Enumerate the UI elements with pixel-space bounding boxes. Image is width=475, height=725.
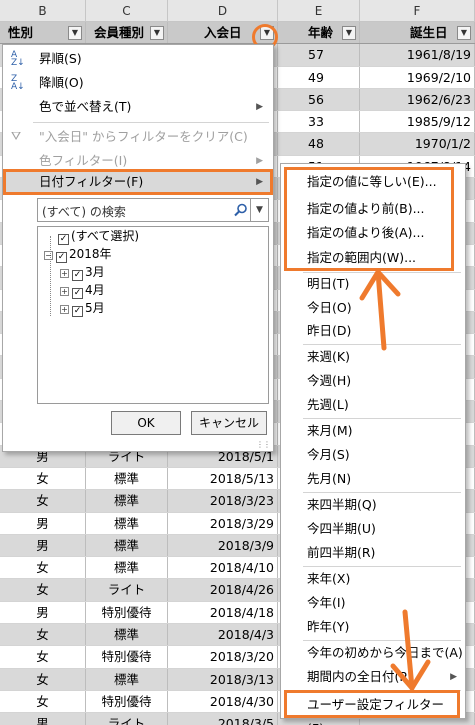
annotation-arrows [359, 269, 431, 691]
down-arrow-icon [390, 609, 431, 691]
up-arrow-icon [359, 269, 401, 351]
